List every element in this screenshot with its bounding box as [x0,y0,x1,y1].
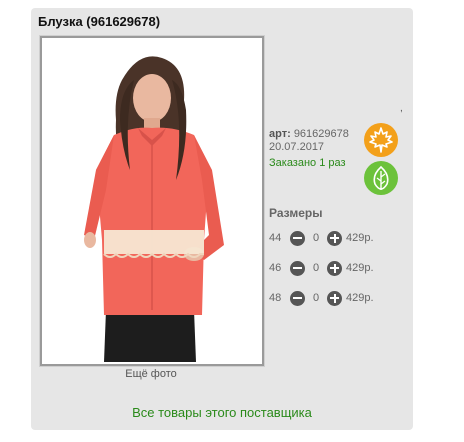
minus-icon[interactable] [290,260,305,276]
article-value: 961629678 [293,128,349,140]
quantity-value: 0 [312,262,320,274]
quantity-value: 0 [312,292,320,304]
minus-icon[interactable] [290,290,305,306]
small-mark: , [400,103,403,114]
price: 429р. [346,262,374,274]
sizes-title: Размеры [269,206,323,220]
size-label: 44 [269,232,282,244]
product-photo[interactable] [44,40,260,362]
more-photos-link[interactable]: Ещё фото [39,368,263,380]
plus-icon[interactable] [327,260,342,276]
price: 429р. [346,232,374,244]
price: 429р. [346,292,374,304]
product-card: Блузка (961629678) Ещё фото , арт: 96162… [31,8,413,430]
quantity-value: 0 [312,232,320,244]
blouse-photo-image [44,40,260,362]
plus-icon[interactable] [327,290,342,306]
leaf-icon [373,165,389,190]
supplier-products-link[interactable]: Все товары этого поставщика [31,405,413,420]
eco-badge [364,161,398,195]
size-label: 48 [269,292,282,304]
size-row-44: 44 0 429р. [269,229,374,247]
autumn-season-badge [364,123,398,157]
product-title: Блузка (961629678) [38,14,161,29]
minus-icon[interactable] [290,230,305,246]
product-photo-frame[interactable] [39,35,265,367]
article-label: арт: [269,128,291,140]
maple-leaf-icon [369,127,393,153]
size-row-48: 48 0 429р. [269,289,374,307]
plus-icon[interactable] [327,230,342,246]
size-row-46: 46 0 429р. [269,259,374,277]
size-label: 46 [269,262,282,274]
